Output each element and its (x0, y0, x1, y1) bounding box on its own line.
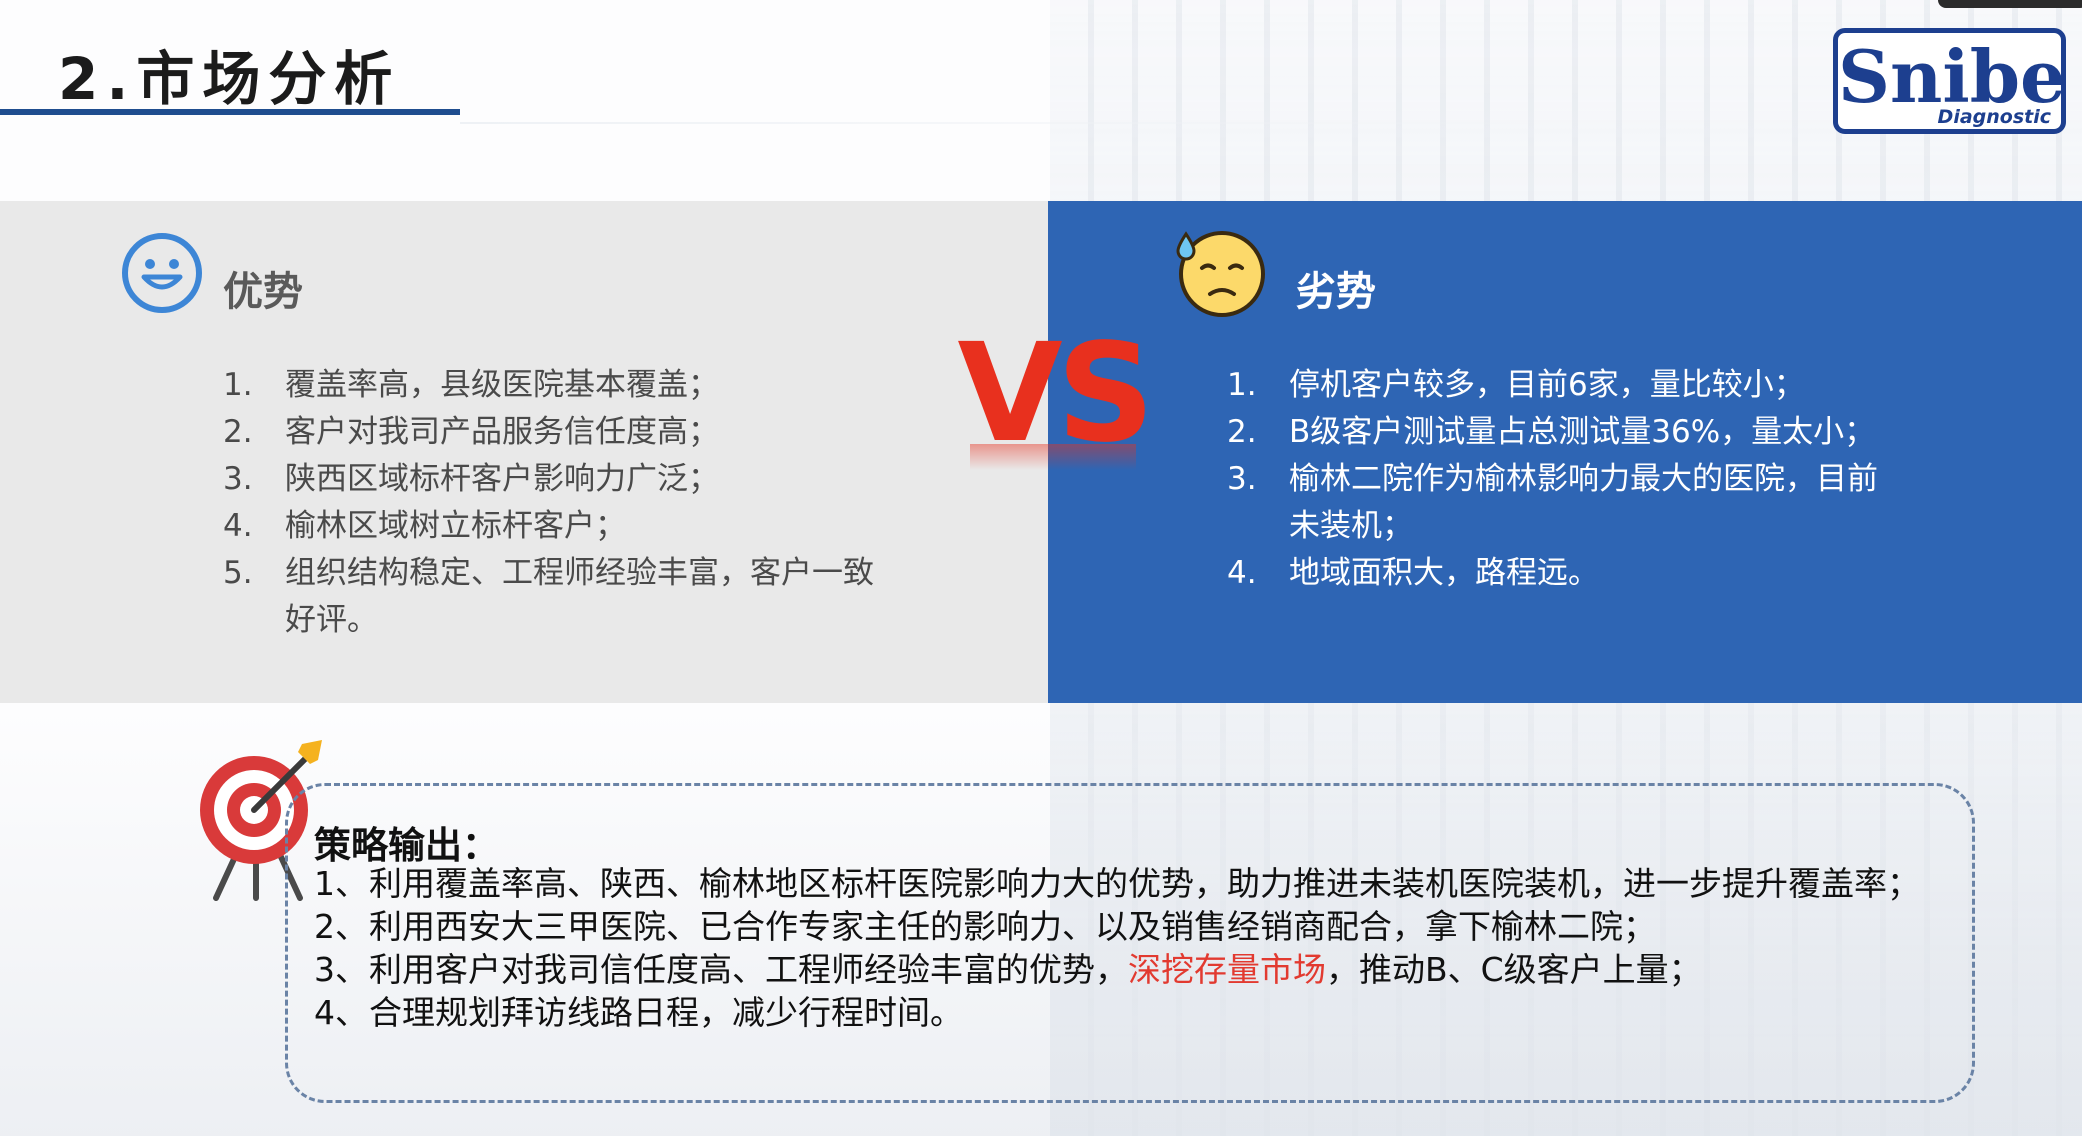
page-title: 2.市场分析 (58, 45, 401, 113)
smile-face-icon (122, 233, 202, 313)
item-number: 4、 (314, 993, 368, 1032)
vs-graphic: VS (958, 322, 1148, 472)
item-text: 榆林二院作为榆林影响力最大的医院，目前未装机； (1289, 461, 1878, 544)
item-text: ，推动B、C级客户上量； (1326, 950, 1702, 989)
item-number: 2. (1227, 414, 1257, 450)
vs-reflection (970, 444, 1136, 470)
item-number: 5. (223, 555, 253, 591)
item-text: 榆林区域树立标杆客户； (285, 508, 626, 544)
list-item: 4. 榆林区域树立标杆客户； (223, 503, 903, 550)
strategy-list: 1、 利用覆盖率高、陕西、榆林地区标杆医院影响力大的优势，助力推进未装机医院装机，… (314, 862, 1954, 1034)
list-item: 2. 客户对我司产品服务信任度高； (223, 409, 903, 456)
item-text: 利用覆盖率高、陕西、榆林地区标杆医院影响力大的优势，助力推进未装机医院装机，进一… (369, 864, 1920, 903)
company-logo: Snibe Diagnostic (1833, 28, 2066, 134)
item-number: 4. (1227, 555, 1257, 591)
item-number: 1、 (314, 864, 368, 903)
item-number: 3. (223, 461, 253, 497)
item-number: 1. (223, 367, 253, 403)
highlight-text: 深挖存量市场 (1128, 950, 1326, 989)
item-text: 利用西安大三甲医院、已合作专家主任的影响力、以及销售经销商配合，拿下榆林二院； (369, 907, 1656, 946)
logo-subtitle: Diagnostic (1937, 106, 2051, 128)
item-number: 2. (223, 414, 253, 450)
item-number: 4. (223, 508, 253, 544)
title-underline (0, 109, 460, 115)
list-item: 4、 合理规划拜访线路日程，减少行程时间。 (314, 991, 1954, 1034)
list-item: 3. 陕西区域标杆客户影响力广泛； (223, 456, 903, 503)
item-text: 地域面积大，路程远。 (1289, 555, 1599, 591)
item-text: 停机客户较多，目前6家，量比较小； (1289, 367, 1805, 403)
item-text: 客户对我司产品服务信任度高； (285, 414, 719, 450)
disadvantages-list: 1. 停机客户较多，目前6家，量比较小； 2. B级客户测试量占总测试量36%，量太… (1227, 362, 1907, 597)
item-number: 3、 (314, 950, 368, 989)
window-corner-tab (1938, 0, 2082, 8)
disadvantages-heading: 劣势 (1296, 269, 1376, 315)
list-item: 5. 组织结构稳定、工程师经验丰富，客户一致好评。 (223, 550, 903, 644)
list-item: 2. B级客户测试量占总测试量36%，量太小； (1227, 409, 1907, 456)
item-number: 2、 (314, 907, 368, 946)
item-text: 组织结构稳定、工程师经验丰富，客户一致好评。 (285, 555, 874, 638)
item-number: 1. (1227, 367, 1257, 403)
list-item: 1. 停机客户较多，目前6家，量比较小； (1227, 362, 1907, 409)
item-text: 利用客户对我司信任度高、工程师经验丰富的优势， (369, 950, 1128, 989)
list-item: 3. 榆林二院作为榆林影响力最大的医院，目前未装机； (1227, 456, 1907, 550)
item-text: 覆盖率高，县级医院基本覆盖； (285, 367, 719, 403)
advantages-heading: 优势 (223, 269, 303, 315)
list-item: 1. 覆盖率高，县级医院基本覆盖； (223, 362, 903, 409)
strategy-heading: 策略输出： (314, 824, 499, 867)
title-divider (460, 122, 1560, 124)
list-item: 2、 利用西安大三甲医院、已合作专家主任的影响力、以及销售经销商配合，拿下榆林二院… (314, 905, 1954, 948)
item-number: 3. (1227, 461, 1257, 497)
item-text: B级客户测试量占总测试量36%，量太小； (1289, 414, 1876, 450)
list-item: 1、 利用覆盖率高、陕西、榆林地区标杆医院影响力大的优势，助力推进未装机医院装机，… (314, 862, 1954, 905)
advantages-list: 1. 覆盖率高，县级医院基本覆盖； 2. 客户对我司产品服务信任度高； 3. 陕西区域… (223, 362, 903, 644)
item-text: 陕西区域标杆客户影响力广泛； (285, 461, 719, 497)
logo-wordmark: Snibe (1838, 34, 2066, 119)
item-text: 合理规划拜访线路日程，减少行程时间。 (369, 993, 963, 1032)
list-item: 3、 利用客户对我司信任度高、工程师经验丰富的优势，深挖存量市场，推动B、C级客户… (314, 948, 1954, 991)
list-item: 4. 地域面积大，路程远。 (1227, 550, 1907, 597)
worried-face-icon (1176, 231, 1265, 317)
